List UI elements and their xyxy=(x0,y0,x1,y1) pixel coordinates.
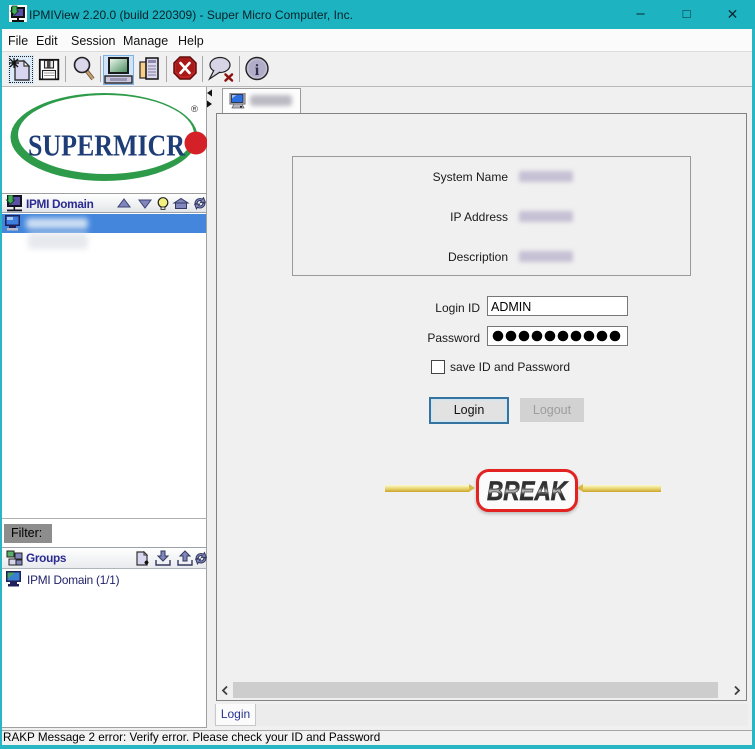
svg-text:®: ® xyxy=(191,104,198,115)
svg-text:SUPERMICR: SUPERMICR xyxy=(28,128,186,163)
svg-text:BREAK: BREAK xyxy=(487,476,569,506)
svg-text:i: i xyxy=(255,62,260,79)
